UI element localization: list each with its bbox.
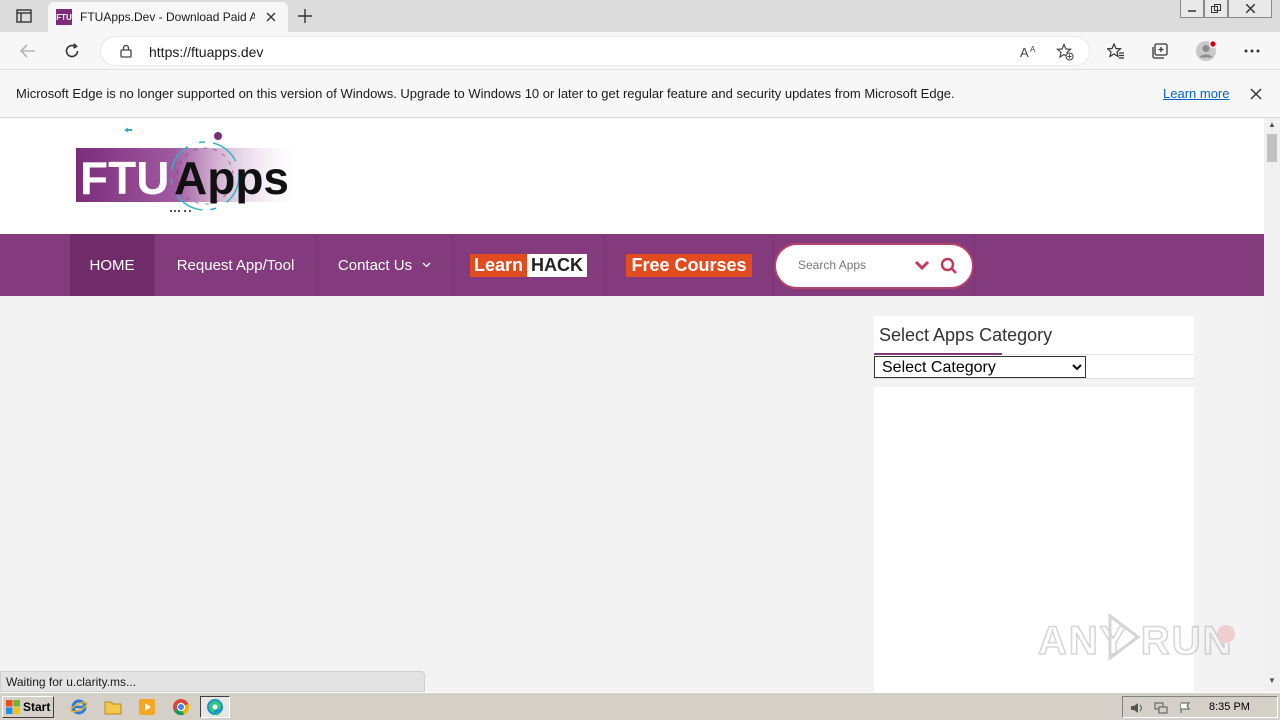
close-icon[interactable] (263, 9, 279, 25)
title-bar: FTU FTUApps.Dev - Download Paid Apps (0, 0, 1280, 32)
svg-text:Apps: Apps (174, 152, 289, 204)
svg-text:FTU: FTU (80, 152, 169, 204)
learn-more-link[interactable]: Learn more (1163, 86, 1229, 101)
profile-icon[interactable] (1192, 38, 1220, 64)
title-accent (874, 353, 1002, 355)
chevron-down-icon[interactable] (914, 260, 930, 271)
learn-label: Learn (469, 253, 528, 277)
more-icon[interactable] (1238, 38, 1266, 64)
scroll-up-icon[interactable]: ▲ (1264, 120, 1280, 132)
svg-text:ANY RUN: ANY RUN (1038, 619, 1234, 663)
search-box (774, 243, 974, 289)
folder-icon[interactable] (102, 697, 124, 717)
chrome-icon[interactable] (170, 697, 192, 717)
site-favicon-icon: FTU (56, 9, 72, 25)
site-header: FTU Apps (0, 118, 1264, 234)
page-scrollbar[interactable]: ▲ ▼ (1264, 118, 1280, 692)
menu-item-home[interactable]: HOME (70, 234, 155, 296)
menu-item-contact-us[interactable]: Contact Us (317, 234, 453, 296)
widget-gap (874, 379, 1194, 387)
minimize-icon[interactable] (1180, 0, 1204, 18)
start-button[interactable]: Start (2, 696, 54, 718)
network-icon[interactable] (1153, 700, 1169, 715)
volume-icon[interactable] (1129, 700, 1145, 715)
unsupported-os-infobar: Microsoft Edge is no longer supported on… (0, 70, 1280, 118)
anyrun-watermark: ANY RUN (1037, 606, 1238, 668)
menu-divider (974, 234, 975, 296)
internet-explorer-icon[interactable] (68, 697, 90, 717)
navigation-bar: https://ftuapps.dev AA (0, 32, 1280, 70)
search-input[interactable] (798, 258, 908, 272)
close-icon[interactable] (1246, 84, 1266, 104)
status-bar: Waiting for u.clarity.ms... (0, 671, 425, 692)
restore-icon[interactable] (1204, 0, 1228, 18)
start-label: Start (23, 700, 51, 714)
menu-item-request-app[interactable]: Request App/Tool (155, 234, 317, 296)
search-icon[interactable] (940, 257, 958, 275)
plus-icon[interactable] (292, 4, 318, 28)
menu-item-free-courses[interactable]: Free Courses (605, 234, 774, 296)
infobar-message: Microsoft Edge is no longer supported on… (16, 86, 955, 101)
free-courses-label: Free Courses (626, 253, 752, 277)
svg-text:A: A (1020, 45, 1029, 59)
tab-title: FTUApps.Dev - Download Paid Apps (80, 10, 255, 24)
media-player-icon[interactable] (136, 697, 158, 717)
favorites-icon[interactable] (1102, 38, 1130, 64)
tab-actions-icon[interactable] (10, 6, 38, 26)
windows-taskbar: Start 8:35 PM (0, 692, 1280, 720)
windows-logo-icon (6, 700, 20, 714)
chevron-down-icon (422, 262, 431, 268)
main-menu: HOME Request App/Tool Contact Us Learn HA… (0, 234, 1264, 296)
system-tray: 8:35 PM (1122, 696, 1278, 718)
scroll-down-icon[interactable]: ▼ (1264, 676, 1280, 688)
back-arrow-icon[interactable] (14, 38, 42, 64)
star-add-icon[interactable] (1053, 41, 1077, 63)
widget-title: Select Apps Category (879, 325, 1053, 345)
browser-tab[interactable]: FTU FTUApps.Dev - Download Paid Apps (48, 2, 288, 32)
read-aloud-icon[interactable]: AA (1017, 41, 1041, 63)
menu-item-learn-hack[interactable]: Learn HACK (453, 234, 605, 296)
hack-label: HACK (527, 253, 588, 277)
window-controls (1180, 0, 1272, 18)
refresh-icon[interactable] (58, 38, 86, 64)
ftuapps-logo[interactable]: FTU Apps (70, 126, 302, 218)
flag-icon[interactable] (1177, 700, 1193, 715)
address-bar[interactable]: https://ftuapps.dev AA (100, 36, 1090, 66)
lock-icon[interactable] (119, 44, 133, 58)
contact-us-label: Contact Us (337, 256, 413, 274)
clock[interactable]: 8:35 PM (1209, 701, 1250, 713)
url-text[interactable]: https://ftuapps.dev (149, 44, 263, 60)
scroll-thumb[interactable] (1267, 134, 1277, 162)
close-window-icon[interactable] (1228, 0, 1272, 18)
collections-icon[interactable] (1146, 38, 1174, 64)
category-select[interactable]: Select Category (874, 356, 1086, 378)
edge-icon[interactable] (200, 696, 230, 718)
svg-text:A: A (1030, 45, 1036, 54)
